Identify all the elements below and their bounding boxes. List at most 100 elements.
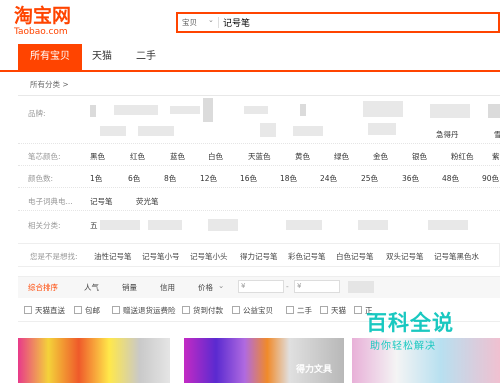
price-max-input[interactable]: ¥ — [294, 280, 340, 293]
checkbox-return-insurance[interactable]: 赠送退货运费险 — [112, 305, 176, 316]
suggest-item[interactable]: 白色记号笔 — [336, 251, 374, 262]
checkbox-icon[interactable] — [112, 306, 120, 314]
checkbox-charity[interactable]: 公益宝贝 — [232, 305, 273, 316]
filter-option[interactable]: 25色 — [361, 173, 378, 184]
filter-option[interactable]: 24色 — [320, 173, 337, 184]
filter-option[interactable]: 1色 — [90, 173, 102, 184]
filter-option[interactable]: 蓝色 — [170, 151, 185, 162]
checkbox-label: 包邮 — [85, 306, 100, 315]
filter-option[interactable]: 五 — [90, 220, 98, 231]
chevron-down-icon[interactable]: ⌄ — [208, 16, 214, 24]
sort-default[interactable]: 综合排序 — [28, 282, 58, 293]
sort-credit[interactable]: 信用 — [160, 282, 175, 293]
watermark-title: 百科全说 — [366, 311, 454, 335]
related-blurred[interactable] — [286, 220, 322, 230]
header: 淘宝网 Taobao.com 宝贝 ⌄ 记号笔 — [0, 0, 500, 44]
sort-bar: 综合排序 人气 销量 信用 价格 ⌄ ¥ - ¥ — [18, 276, 500, 298]
checkbox-tmall-direct[interactable]: 天猫直送 — [24, 305, 65, 316]
sort-price[interactable]: 价格 — [198, 282, 213, 293]
suggest-item[interactable]: 得力记号笔 — [240, 251, 278, 262]
related-blurred[interactable] — [358, 220, 388, 230]
chevron-down-icon[interactable]: ⌄ — [218, 281, 224, 290]
filter-option[interactable]: 银色 — [412, 151, 427, 162]
checkbox-icon[interactable] — [182, 306, 190, 314]
filter-option[interactable]: 天蓝色 — [248, 151, 271, 162]
brand-logo-blurred[interactable] — [114, 105, 158, 115]
location-filter-blurred[interactable] — [348, 281, 374, 293]
filter-option[interactable]: 18色 — [280, 173, 297, 184]
search-scope-select[interactable]: 宝贝 — [182, 17, 197, 28]
filter-option[interactable]: 紫 — [492, 151, 500, 162]
tab-tmall[interactable]: 天猫 — [84, 44, 120, 70]
brand-logo-blurred[interactable] — [100, 126, 126, 136]
sort-sales[interactable]: 销量 — [122, 282, 137, 293]
breadcrumb[interactable]: 所有分类 > — [30, 79, 69, 90]
filter-option[interactable]: 48色 — [442, 173, 459, 184]
brand-logo-blurred[interactable] — [203, 98, 213, 122]
checkbox-icon[interactable] — [286, 306, 294, 314]
checkbox-icon[interactable] — [320, 306, 328, 314]
filter-option[interactable]: 荧光笔 — [136, 196, 159, 207]
filter-option[interactable]: 16色 — [240, 173, 257, 184]
brand-logo-blurred[interactable] — [363, 101, 403, 117]
search-input[interactable]: 记号笔 — [223, 16, 250, 29]
checkbox-icon[interactable] — [232, 306, 240, 314]
suggest-item[interactable]: 彩色记号笔 — [288, 251, 326, 262]
filter-option[interactable]: 红色 — [130, 151, 145, 162]
related-blurred[interactable] — [428, 220, 468, 230]
filter-option[interactable]: 记号笔 — [90, 196, 113, 207]
brand-logo-blurred[interactable] — [488, 104, 500, 118]
filter-option[interactable]: 8色 — [164, 173, 176, 184]
sort-popularity[interactable]: 人气 — [84, 282, 99, 293]
brand-item[interactable]: 急得丹 — [436, 129, 459, 140]
search-divider — [218, 17, 219, 28]
brand-logo-blurred[interactable] — [138, 126, 174, 136]
brand-logo-blurred[interactable] — [260, 123, 276, 137]
taobao-logo[interactable]: 淘宝网 Taobao.com — [14, 6, 71, 37]
suggest-item[interactable]: 记号笔小号 — [142, 251, 180, 262]
related-blurred[interactable] — [208, 219, 238, 231]
filter-option[interactable]: 90色 — [482, 173, 499, 184]
brand-logo-blurred[interactable] — [300, 104, 306, 116]
filter-option[interactable]: 12色 — [200, 173, 217, 184]
product-image[interactable]: 得力文具 — [184, 338, 344, 383]
filter-option[interactable]: 36色 — [402, 173, 419, 184]
search-tabs: 所有宝贝 天猫 二手 — [0, 44, 500, 72]
checkbox-icon[interactable] — [24, 306, 32, 314]
checkbox-cod[interactable]: 货到付款 — [182, 305, 223, 316]
filter-label-related: 相关分类: — [28, 221, 61, 230]
price-min-input[interactable]: ¥ — [238, 280, 284, 293]
filter-option[interactable]: 金色 — [373, 151, 388, 162]
brand-logo-blurred[interactable] — [90, 105, 96, 117]
filter-option[interactable]: 粉红色 — [451, 151, 474, 162]
brand-logo-blurred[interactable] — [430, 104, 470, 118]
suggest-item[interactable]: 记号笔黑色水 — [434, 251, 479, 262]
filter-option[interactable]: 黑色 — [90, 151, 105, 162]
tab-secondhand[interactable]: 二手 — [128, 44, 164, 70]
filter-option[interactable]: 黄色 — [295, 151, 310, 162]
related-blurred[interactable] — [100, 220, 140, 230]
product-banner-text: 得力文具 — [296, 365, 333, 375]
brand-item[interactable]: 雪 — [494, 129, 500, 140]
suggest-label: 您是不是想找: — [30, 252, 78, 261]
suggest-item[interactable]: 双头记号笔 — [386, 251, 424, 262]
checkbox-free-shipping[interactable]: 包邮 — [74, 305, 100, 316]
checkbox-label: 二手 — [297, 306, 312, 315]
filter-panel: 品牌: 急得丹 雪 笔芯颜色: 黑色 红色 蓝色 白色 天蓝色 黄色 绿色 金色… — [18, 95, 500, 239]
checkbox-tmall[interactable]: 天猫 — [320, 305, 346, 316]
search-box[interactable]: 宝贝 ⌄ 记号笔 — [176, 12, 500, 33]
checkbox-icon[interactable] — [74, 306, 82, 314]
filter-option[interactable]: 6色 — [128, 173, 140, 184]
tab-all-items[interactable]: 所有宝贝 — [18, 44, 82, 70]
filter-option[interactable]: 白色 — [208, 151, 223, 162]
brand-logo-blurred[interactable] — [368, 123, 396, 135]
filter-option[interactable]: 绿色 — [334, 151, 349, 162]
suggest-item[interactable]: 记号笔小头 — [190, 251, 228, 262]
suggest-item[interactable]: 油性记号笔 — [94, 251, 132, 262]
brand-logo-blurred[interactable] — [170, 106, 200, 114]
brand-logo-blurred[interactable] — [293, 126, 323, 136]
brand-logo-blurred[interactable] — [244, 106, 268, 114]
product-image[interactable] — [18, 338, 170, 383]
checkbox-secondhand[interactable]: 二手 — [286, 305, 312, 316]
related-blurred[interactable] — [148, 220, 182, 230]
